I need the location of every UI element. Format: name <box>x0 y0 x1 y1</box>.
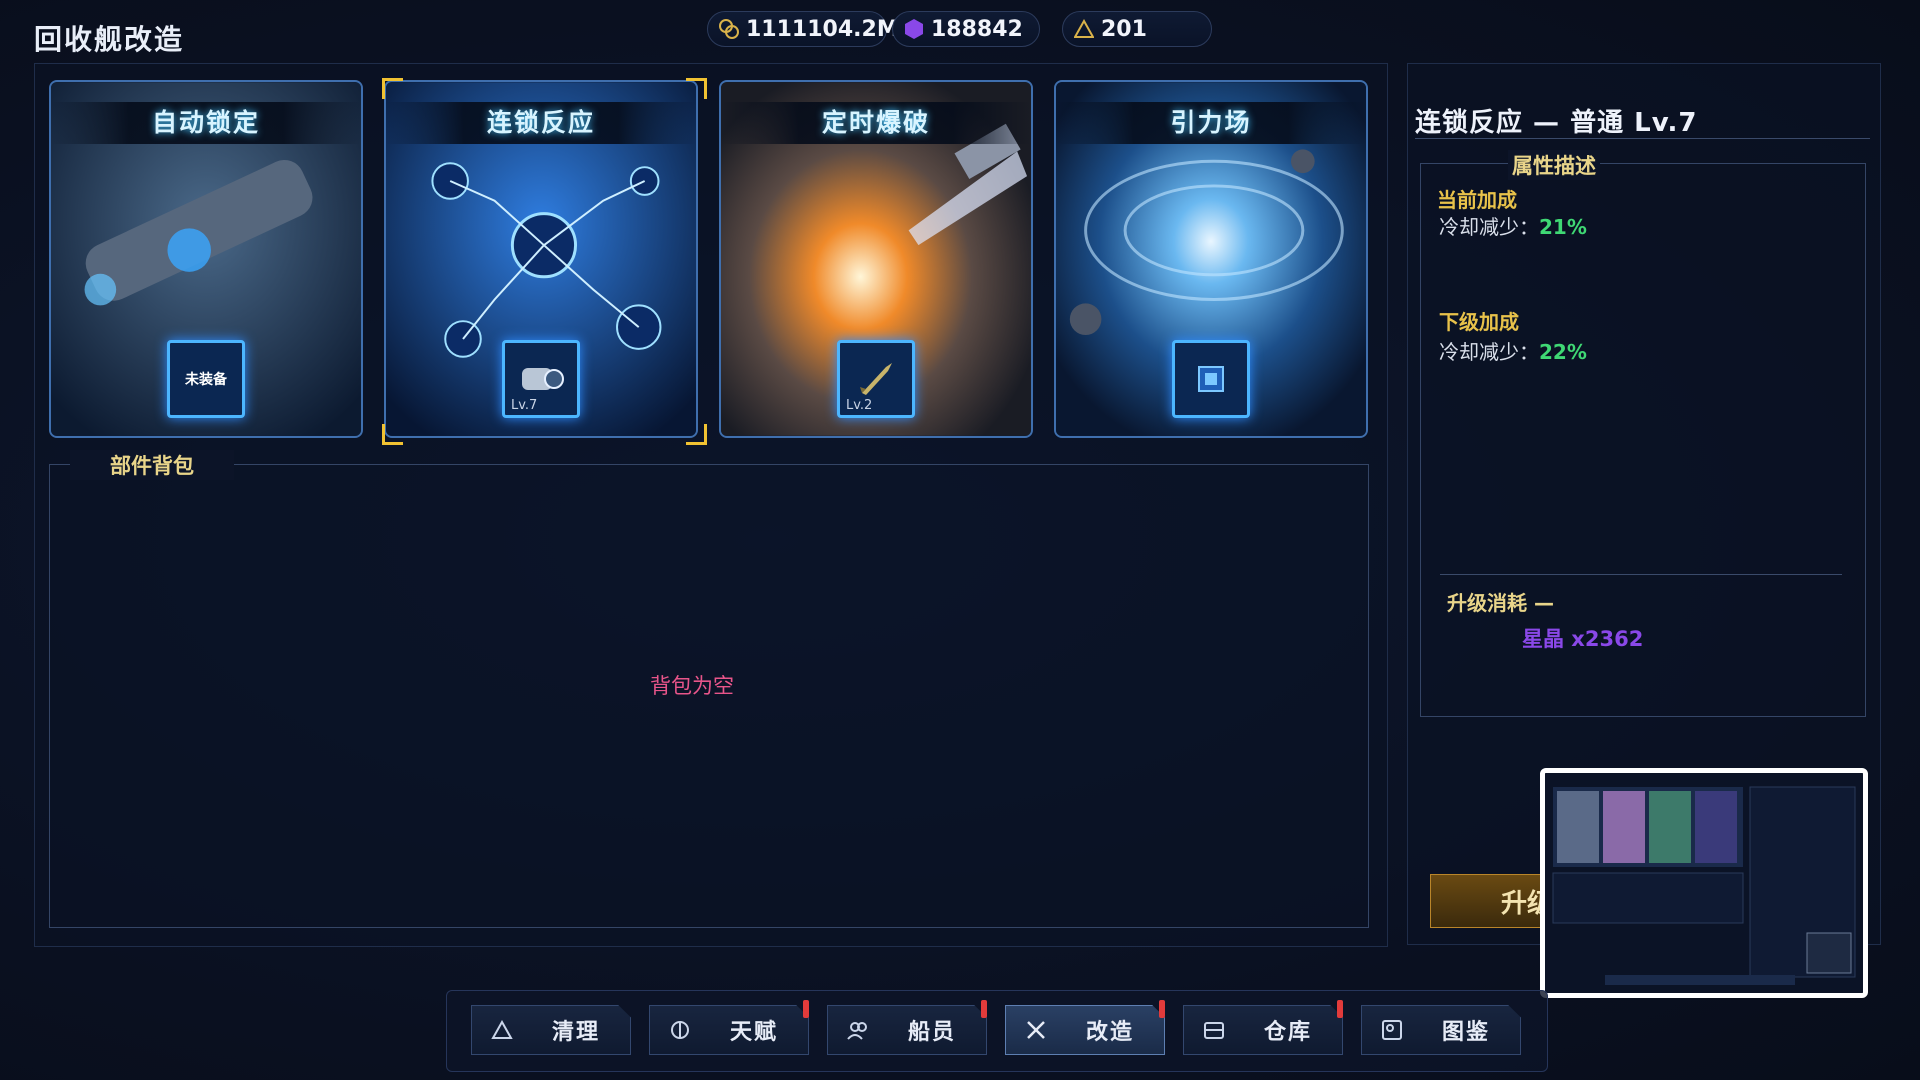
missile-part-icon <box>860 363 892 395</box>
nav-button-codex[interactable]: 图鉴 <box>1361 1005 1521 1055</box>
attribute-heading: 属性描述 <box>1508 150 1600 180</box>
card-title: 连锁反应 <box>386 102 696 144</box>
upgrade-cost-label: 升级消耗 — <box>1447 591 1554 615</box>
crew-icon <box>840 1019 876 1041</box>
chip-level: Lv.7 <box>511 398 538 413</box>
module-card-chain-reaction[interactable]: 连锁反应 Lv.7 <box>384 80 698 438</box>
nav-button-crew[interactable]: 船员 <box>827 1005 987 1055</box>
parts-bag-title: 部件背包 <box>70 450 234 480</box>
resource-triangle-value: 201 <box>1101 16 1147 42</box>
next-bonus-label: 下级加成 <box>1439 310 1519 334</box>
notification-badge <box>1159 1000 1165 1018</box>
chip-status: 未装备 <box>185 372 227 388</box>
nav-label: 天赋 <box>730 1020 779 1045</box>
current-stat: 冷却减少：21% <box>1439 211 1587 240</box>
crew-screen-thumbnail <box>1545 773 1863 993</box>
nav-button-clean[interactable]: 清理 <box>471 1005 631 1055</box>
chip-slot[interactable]: Lv.2 <box>837 340 915 418</box>
current-bonus-label: 当前加成 <box>1437 188 1517 212</box>
nav-label: 清理 <box>552 1020 601 1045</box>
card-title: 引力场 <box>1056 102 1366 144</box>
nav-label: 改造 <box>1086 1020 1135 1045</box>
next-stat: 冷却减少：22% <box>1439 336 1587 365</box>
coin-icon <box>718 18 740 40</box>
current-stat-label: 冷却减少： <box>1439 215 1539 239</box>
selection-corner <box>686 78 707 99</box>
resource-crystal: 188842 <box>892 11 1040 47</box>
selection-corner <box>382 424 403 445</box>
chip-slot[interactable]: Lv.7 <box>502 340 580 418</box>
module-card-timed-blast[interactable]: 定时爆破 Lv.2 <box>719 80 1033 438</box>
bag-empty-text: 背包为空 <box>650 674 734 698</box>
chip-icon <box>1198 366 1224 392</box>
next-stat-value: 22% <box>1539 340 1587 364</box>
cost-divider <box>1440 574 1842 575</box>
inbox-icon <box>1196 1020 1232 1040</box>
triangle-icon <box>1073 18 1095 40</box>
chip-slot[interactable] <box>1172 340 1250 418</box>
nav-button-warehouse[interactable]: 仓库 <box>1183 1005 1343 1055</box>
recycle-icon <box>484 1020 520 1040</box>
card-title: 定时爆破 <box>721 102 1031 144</box>
nav-label: 船员 <box>908 1020 957 1045</box>
page-title: 回收舰改造 <box>34 23 185 56</box>
chip-slot[interactable]: 未装备 <box>167 340 245 418</box>
selection-corner <box>686 424 707 445</box>
nav-button-modify[interactable]: 改造 <box>1005 1005 1165 1055</box>
resource-gold: 1111104.2M <box>707 11 899 47</box>
next-stat-label: 冷却减少： <box>1439 340 1539 364</box>
notification-badge <box>803 1000 809 1018</box>
notification-badge <box>981 1000 987 1018</box>
current-stat-value: 21% <box>1539 215 1587 239</box>
nav-label: 图鉴 <box>1442 1020 1491 1045</box>
detail-title: 连锁反应 — 普通 Lv.7 <box>1415 108 1698 138</box>
upgrade-cost-value: 星晶 x2362 <box>1522 627 1644 651</box>
brain-icon <box>662 1019 698 1041</box>
crystal-icon <box>903 18 925 40</box>
resource-crystal-value: 188842 <box>931 16 1023 42</box>
selection-corner <box>382 78 403 99</box>
nav-label: 仓库 <box>1264 1020 1313 1045</box>
chip-level: Lv.2 <box>846 398 873 413</box>
gallery-icon <box>1374 1019 1410 1041</box>
app-root: 回收舰改造 1111104.2M 188842 201 自动锁定 未装备 连锁反… <box>0 0 1920 1080</box>
card-title: 自动锁定 <box>51 102 361 144</box>
module-card-gravity-field[interactable]: 引力场 <box>1054 80 1368 438</box>
notification-badge <box>1337 1000 1343 1018</box>
module-card-auto-lock[interactable]: 自动锁定 未装备 <box>49 80 363 438</box>
tools-icon <box>1018 1019 1054 1041</box>
nav-button-talent[interactable]: 天赋 <box>649 1005 809 1055</box>
title-divider <box>1415 138 1870 139</box>
preview-thumbnail[interactable] <box>1540 768 1868 998</box>
lens-part-icon <box>522 368 564 390</box>
resource-gold-value: 1111104.2M <box>746 16 899 42</box>
resource-triangle: 201 <box>1062 11 1212 47</box>
